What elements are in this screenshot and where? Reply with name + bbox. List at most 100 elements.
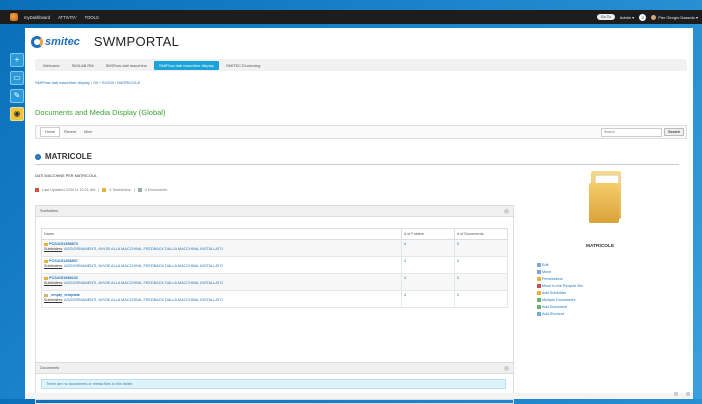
- divider: [35, 164, 679, 165]
- goto-button[interactable]: Go To: [596, 14, 615, 20]
- action-multiple-documents[interactable]: Multiple Documents: [537, 298, 583, 302]
- subfolder-links[interactable]: AGGIORNAMENTI, AVVISI ALLA MACCHINA, FEE…: [64, 264, 223, 268]
- top-bar: myDashboard ATTIVITA' TOOLS Go To Admin …: [0, 10, 702, 24]
- folder-description: DATI MACCHINE PER MATRICOLA: [35, 174, 97, 178]
- action-label: Permissions: [542, 277, 563, 281]
- collapse-icon[interactable]: –: [504, 365, 509, 371]
- subfolder-links[interactable]: AGGIORNAMENTI, AVVISI ALLA MACCHINA, FEE…: [64, 281, 223, 285]
- row-name-cell: PCS4151358870 Subfolders: AGGIORNAMENTI,…: [41, 239, 402, 257]
- table-header: Name # of Folders # of Documents: [41, 228, 508, 240]
- nav-smiflow-display[interactable]: SMIFlow dati macchine display: [153, 60, 219, 70]
- folder-icon: [44, 242, 48, 246]
- menu-attivita[interactable]: ATTIVITA': [58, 15, 77, 20]
- nav-smilab-rm[interactable]: SMILAB RM: [67, 61, 99, 70]
- row-documents[interactable]: 0: [454, 239, 508, 257]
- notifications-badge[interactable]: 0: [639, 13, 647, 21]
- subfolder-links[interactable]: AGGIORNAMENTI, AVVISI ALLA MACCHINA, FEE…: [64, 247, 223, 251]
- dm-toolbar: Home Recent Mine Search: [35, 125, 687, 139]
- breadcrumb[interactable]: SMIFlow dati macchine display / SX / SX2…: [35, 80, 140, 85]
- action-add-document[interactable]: Add Document: [537, 305, 583, 309]
- subfolder-count: 4 Subfolders: [109, 188, 131, 192]
- scroll-left-icon[interactable]: [674, 392, 678, 396]
- add-icon[interactable]: +: [10, 53, 24, 67]
- row-documents[interactable]: 0: [454, 273, 508, 291]
- row-folders[interactable]: 4: [401, 290, 455, 308]
- row-name-cell: PCS4151358807 Subfolders: AGGIORNAMENTI,…: [41, 256, 402, 274]
- separator: |: [133, 188, 135, 192]
- folder-icon: [44, 276, 48, 280]
- row-folders[interactable]: 4: [401, 239, 455, 257]
- row-title: PCS4151358807: [49, 259, 78, 263]
- action-label: Multiple Documents: [542, 298, 576, 302]
- admin-menu[interactable]: Admin ▾: [620, 15, 634, 20]
- action-label: Add Subfolder: [542, 291, 567, 295]
- separator: |: [98, 188, 100, 192]
- subfolders-label: Subfolders: [44, 247, 63, 251]
- action-add-shortcut[interactable]: Add Shortcut: [537, 312, 583, 316]
- table-row: PCS4151358807 Subfolders: AGGIORNAMENTI,…: [41, 256, 508, 274]
- folder-meta: Last Updated 3/25/14 10:21 AM | 4 Subfol…: [35, 188, 167, 192]
- row-folders[interactable]: 4: [401, 256, 455, 274]
- row-title-link[interactable]: PCS4151358870: [44, 242, 399, 246]
- documents-heading: Documents: [40, 366, 60, 370]
- tab-recent[interactable]: Recent: [60, 128, 80, 136]
- row-documents[interactable]: 0: [454, 290, 508, 308]
- search-input[interactable]: [600, 127, 662, 137]
- back-arrow-icon[interactable]: ›: [35, 153, 41, 160]
- col-documents[interactable]: # of Documents: [454, 228, 508, 240]
- collapse-icon[interactable]: –: [504, 208, 509, 214]
- table-row: PCS4151358870 Subfolders: AGGIORNAMENTI,…: [41, 239, 508, 257]
- nav-smiflow-dati-macchine[interactable]: SMIFlow dati macchine: [101, 61, 152, 70]
- user-menu[interactable]: Pier Giorgio Dassolo ▾: [651, 14, 698, 20]
- row-documents[interactable]: 0: [454, 256, 508, 274]
- subfolder-links[interactable]: AGGIORNAMENTI, AVVISI ALLA MACCHINA, FEE…: [64, 298, 223, 302]
- row-title-link[interactable]: PCS4151598232: [44, 276, 399, 280]
- display-icon[interactable]: ▭: [10, 71, 24, 85]
- calendar-icon: [35, 188, 39, 192]
- action-recycle[interactable]: Move to the Recycle Bin: [537, 284, 583, 288]
- tab-mine[interactable]: Mine: [80, 128, 96, 136]
- row-subfolders: Subfolders: AGGIORNAMENTI, AVVISI ALLA M…: [44, 298, 223, 302]
- row-subfolders: Subfolders: AGGIORNAMENTI, AVVISI ALLA M…: [44, 264, 223, 268]
- tab-home[interactable]: Home: [40, 127, 61, 137]
- portal-title: SWMPORTAL: [93, 34, 180, 49]
- subfolders-heading: Subfolders: [40, 209, 59, 213]
- key-icon: [537, 277, 541, 281]
- action-label: Move to the Recycle Bin: [542, 284, 583, 288]
- brand-logo[interactable]: smitec: [31, 35, 80, 48]
- action-add-subfolder[interactable]: Add Subfolder: [537, 291, 583, 295]
- col-folders[interactable]: # of Folders: [401, 228, 455, 240]
- action-permissions[interactable]: Permissions: [537, 277, 583, 281]
- folder-icon: [102, 188, 107, 192]
- dockbar: + ▭ ✎ ◉: [10, 53, 24, 121]
- large-folder-icon: [585, 171, 625, 233]
- subfolders-panel-header[interactable]: Subfolders –: [36, 206, 513, 217]
- nav-smitec-elearning[interactable]: SMITEC ELearning: [221, 61, 265, 70]
- edit-icon[interactable]: ✎: [10, 89, 24, 103]
- trash-icon: [537, 284, 541, 288]
- menu-tools[interactable]: TOOLS: [85, 15, 99, 20]
- empty-documents-message: There are no documents or media files in…: [41, 379, 506, 389]
- scroll-right-icon[interactable]: [686, 392, 690, 396]
- action-move[interactable]: Move: [537, 270, 583, 274]
- row-title: _empty_template: [49, 293, 81, 297]
- search-button[interactable]: Search: [663, 128, 684, 136]
- last-updated: Last Updated 3/25/14 10:21 AM: [42, 188, 96, 192]
- user-name: Pier Giorgio Dassolo ▾: [658, 14, 698, 20]
- eye-icon[interactable]: ◉: [10, 107, 24, 121]
- liferay-logo-icon[interactable]: [10, 13, 18, 21]
- portlet-title: Documents and Media Display (Global): [35, 108, 166, 117]
- action-edit[interactable]: Edit: [537, 263, 583, 267]
- folder-icon: [44, 259, 48, 263]
- row-title-link[interactable]: _empty_template: [44, 293, 399, 297]
- scroll-controls: [674, 392, 690, 396]
- col-name[interactable]: Name: [41, 228, 402, 240]
- menu-mydashboard[interactable]: myDashboard: [24, 15, 50, 20]
- top-menu: myDashboard ATTIVITA' TOOLS: [24, 15, 99, 20]
- documents-panel-header[interactable]: Documents –: [36, 363, 513, 374]
- document-icon: [137, 188, 142, 192]
- row-title-link[interactable]: PCS4151358807: [44, 259, 399, 263]
- nav-welcome[interactable]: Welcome: [38, 61, 65, 70]
- site-header: smitec SWMPORTAL: [31, 34, 179, 49]
- row-folders[interactable]: 4: [401, 273, 455, 291]
